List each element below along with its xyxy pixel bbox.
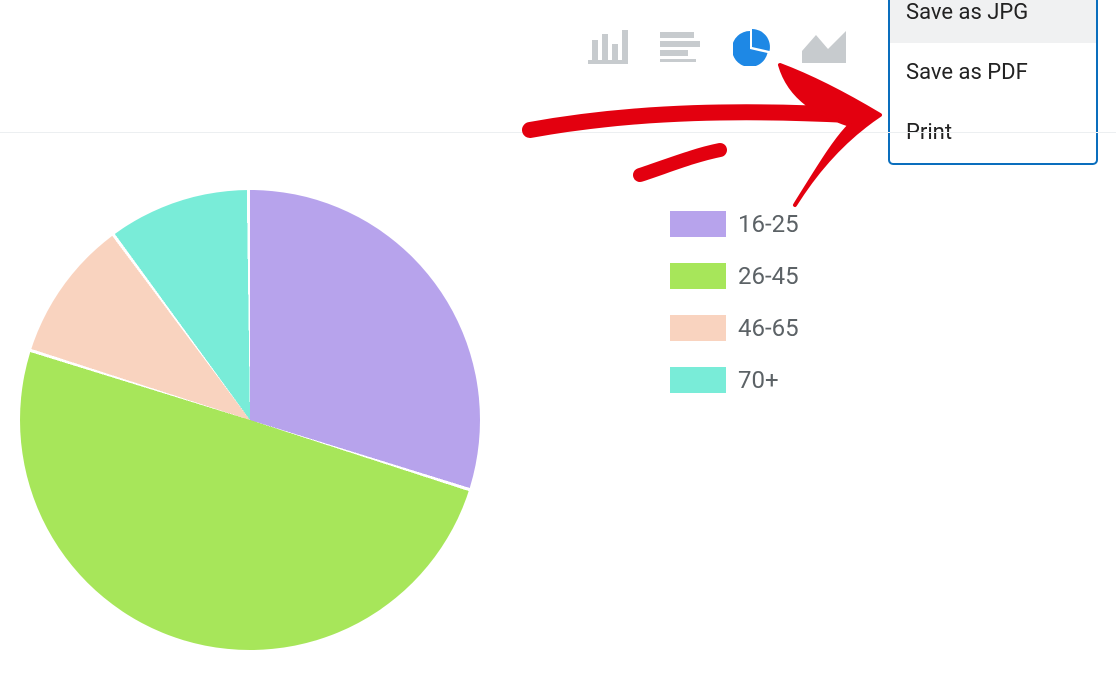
legend-item: 16-25 [670,210,799,238]
list-icon[interactable] [658,28,702,66]
legend-swatch [670,263,726,289]
export-option-pdf[interactable]: Save as PDF [890,43,1096,103]
legend-label: 70+ [738,366,779,394]
toolbar-divider [0,132,1116,133]
toolbar: Export Save as JPG Save as PDF Print [586,22,1098,72]
pie-chart [20,190,490,660]
export-dropdown: Export Save as JPG Save as PDF Print [888,0,1098,165]
bar-chart-icon[interactable] [586,28,630,66]
annotation-arrow [520,55,900,215]
legend-swatch [670,315,726,341]
legend-swatch [670,367,726,393]
chart-type-switcher [586,28,846,66]
pie-chart-icon[interactable] [730,28,774,66]
area-chart-icon[interactable] [802,28,846,66]
legend-item: 70+ [670,366,799,394]
legend-swatch [670,211,726,237]
legend-item: 26-45 [670,262,799,290]
export-option-label: Save as JPG [906,0,1028,25]
pie-chart-graphic [20,190,480,650]
legend: 16-25 26-45 46-65 70+ [670,210,799,394]
legend-label: 46-65 [738,314,799,342]
export-option-label: Save as PDF [906,60,1028,85]
legend-label: 16-25 [738,210,799,238]
legend-item: 46-65 [670,314,799,342]
export-option-jpg[interactable]: Save as JPG [890,0,1096,43]
legend-label: 26-45 [738,262,799,290]
